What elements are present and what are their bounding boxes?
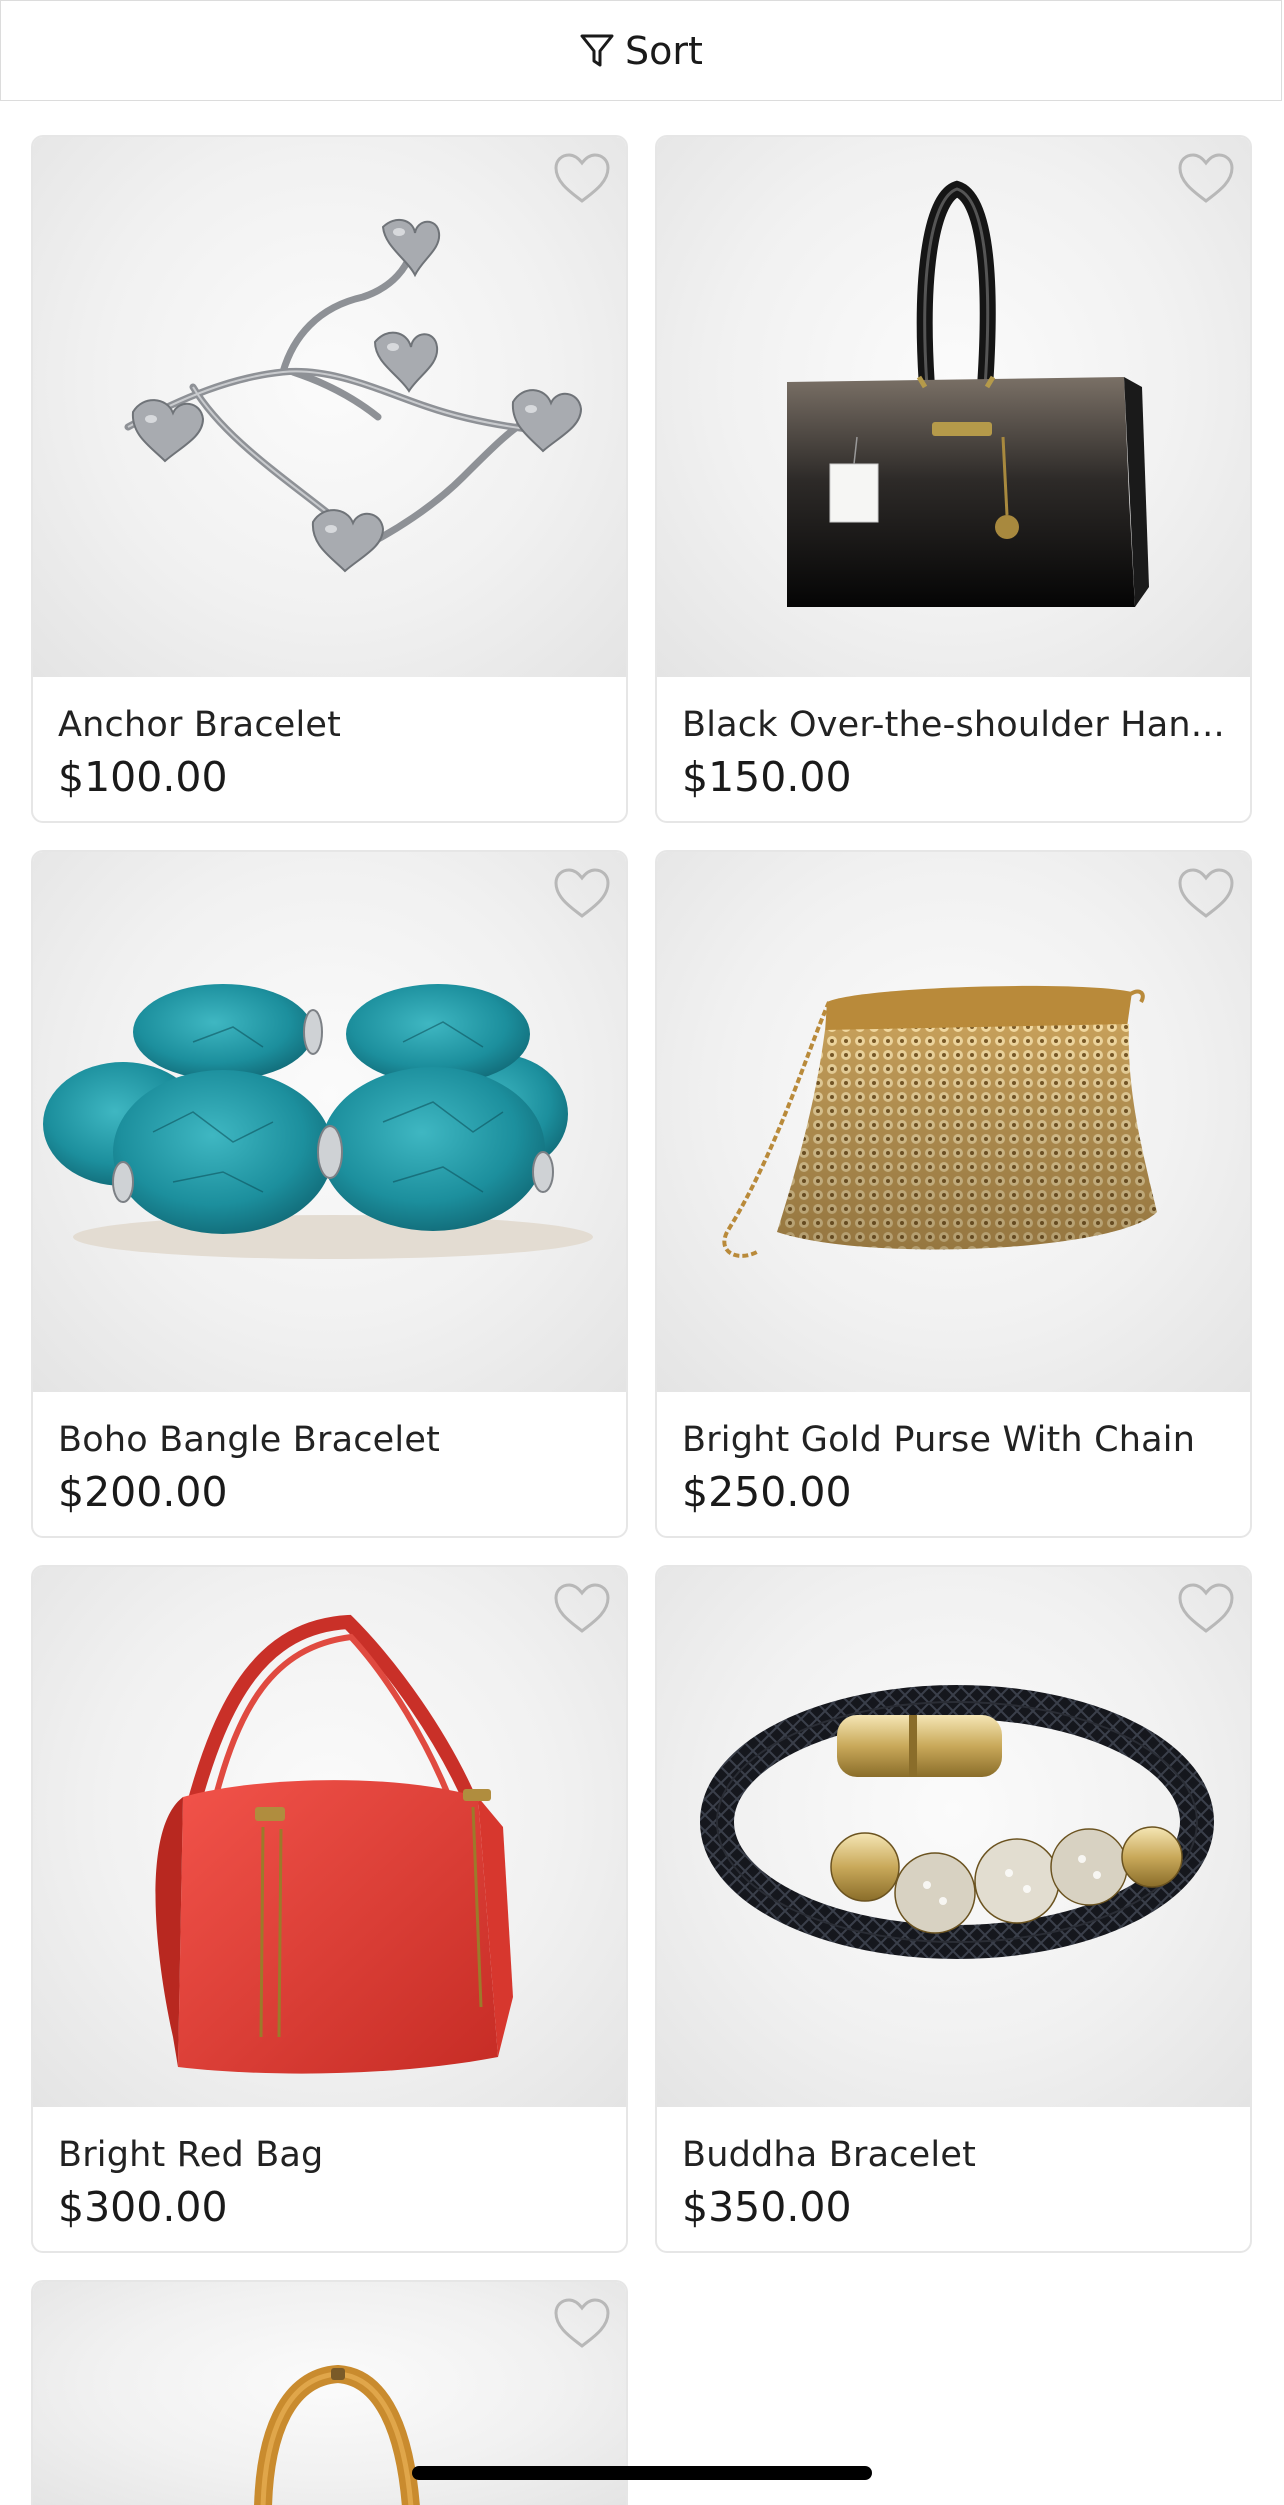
product-price: $100.00 (58, 753, 228, 801)
filter-icon (580, 34, 614, 66)
product-image[interactable] (33, 1567, 626, 2107)
product-price: $150.00 (682, 753, 852, 801)
product-image[interactable] (33, 852, 626, 1392)
purse-image (722, 985, 1157, 1258)
product-price: $300.00 (58, 2183, 228, 2231)
heart-outline-icon[interactable] (1176, 866, 1236, 920)
product-card[interactable]: Boho Bangle Bracelet $200.00 (31, 850, 628, 1538)
product-name: Black Over-the-shoulder Han... (682, 705, 1225, 745)
product-name: Boho Bangle Bracelet (58, 1420, 440, 1460)
sort-label: Sort (625, 28, 703, 73)
product-card[interactable]: Bright Red Bag $300.00 (31, 1565, 628, 2253)
product-card[interactable]: Black Over-the-shoulder Han... $150.00 (655, 135, 1252, 823)
heart-outline-icon[interactable] (552, 866, 612, 920)
bangle-image (43, 984, 593, 1259)
home-indicator[interactable] (412, 2466, 872, 2480)
product-name: Buddha Bracelet (682, 2135, 976, 2175)
heart-outline-icon[interactable] (552, 151, 612, 205)
product-name: Bright Red Bag (58, 2135, 324, 2175)
product-image[interactable] (657, 852, 1250, 1392)
heart-outline-icon[interactable] (552, 1581, 612, 1635)
bracelet-image (124, 218, 583, 573)
product-name: Bright Gold Purse With Chain (682, 1420, 1196, 1460)
handbag-image (787, 180, 1149, 607)
red-bag-image (155, 1614, 513, 2074)
product-image[interactable] (657, 1567, 1250, 2107)
product-card[interactable]: Bright Gold Purse With Chain $250.00 (655, 850, 1252, 1538)
heart-outline-icon[interactable] (552, 2296, 612, 2350)
heart-outline-icon[interactable] (1176, 151, 1236, 205)
product-price: $350.00 (682, 2183, 852, 2231)
heart-outline-icon[interactable] (1176, 1581, 1236, 1635)
product-price: $200.00 (58, 1468, 228, 1516)
product-image[interactable] (33, 137, 626, 677)
product-price: $250.00 (682, 1468, 852, 1516)
product-card[interactable]: Anchor Bracelet $100.00 (31, 135, 628, 823)
sort-toolbar: Sort (0, 0, 1282, 101)
product-card[interactable]: Buddha Bracelet $350.00 (655, 1565, 1252, 2253)
braided-bracelet-image (700, 1685, 1214, 1959)
product-image[interactable] (657, 137, 1250, 677)
product-name: Anchor Bracelet (58, 705, 342, 745)
sort-button[interactable]: Sort (559, 16, 723, 86)
